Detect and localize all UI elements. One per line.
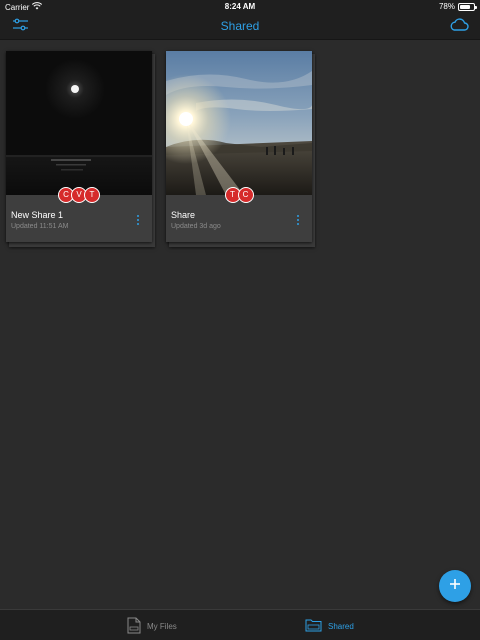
share-title: New Share 1: [11, 210, 64, 220]
status-time: 8:24 AM: [224, 2, 256, 11]
share-updated: Updated 11:51 AM: [11, 223, 69, 230]
share-card[interactable]: T C Share Updated 3d ago: [166, 51, 312, 242]
battery-fill: [460, 4, 471, 9]
member-avatar[interactable]: C: [237, 187, 254, 203]
status-bar: Carrier 8:24 AM 78%: [0, 0, 480, 14]
cloud-button[interactable]: [448, 17, 470, 37]
share-card[interactable]: C V T New Share 1 Updated 11:51 AM: [6, 51, 152, 242]
nav-bar: Shared: [0, 14, 480, 40]
battery-percent: 78%: [438, 2, 455, 11]
sunset-beach-image: [166, 51, 312, 195]
battery-icon: [458, 2, 477, 11]
more-options-button[interactable]: [134, 214, 142, 226]
tab-label: Shared: [328, 621, 354, 631]
document-icon: [127, 617, 141, 636]
member-avatars: C V T: [6, 187, 152, 203]
more-dot: [137, 223, 139, 225]
share-thumbnail[interactable]: [166, 51, 312, 195]
tab-label: My Files: [147, 621, 177, 631]
shared-folder-icon: [305, 618, 322, 634]
share-updated: Updated 3d ago: [171, 223, 221, 230]
share-card-stack: T C Share Updated 3d ago: [166, 51, 315, 247]
tab-my-files[interactable]: My Files: [127, 617, 177, 635]
share-title: Share: [171, 210, 196, 220]
more-dot: [297, 219, 299, 221]
status-battery-group: 78%: [438, 2, 477, 11]
plus-icon: [449, 577, 461, 595]
cloud-icon: [449, 18, 469, 36]
more-vertical-icon: [137, 215, 139, 217]
share-thumbnail[interactable]: [6, 51, 152, 195]
member-avatars: T C: [166, 187, 312, 203]
more-dot: [297, 223, 299, 225]
app-root: Carrier 8:24 AM 78% Shared C V T New Sha…: [0, 0, 480, 640]
share-card-stack: C V T New Share 1 Updated 11:51 AM: [6, 51, 155, 247]
member-avatar[interactable]: T: [84, 187, 100, 203]
moon-night-beach-image: [6, 51, 152, 195]
more-options-button[interactable]: [294, 214, 302, 226]
add-share-button[interactable]: [439, 570, 471, 602]
more-dot: [137, 219, 139, 221]
tab-bar: My Files Shared: [0, 609, 480, 640]
page-title: Shared: [220, 19, 260, 33]
more-vertical-icon: [297, 215, 299, 217]
tab-shared[interactable]: Shared: [305, 617, 354, 635]
